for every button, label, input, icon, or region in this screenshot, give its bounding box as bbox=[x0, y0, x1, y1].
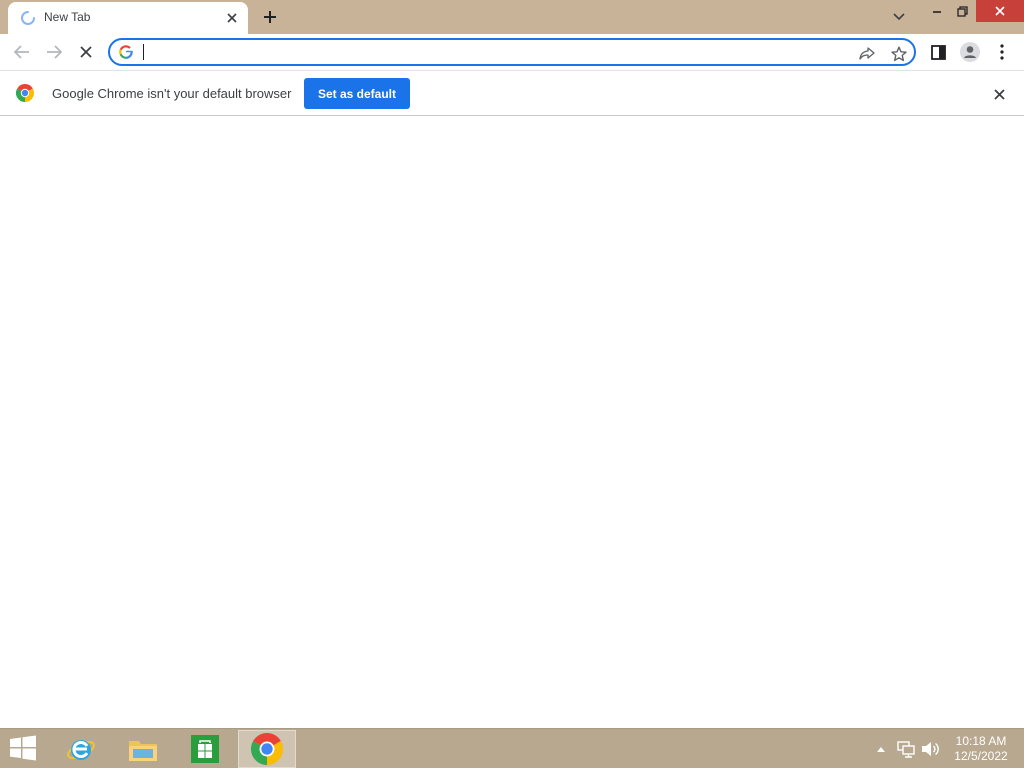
infobar-close-button[interactable] bbox=[988, 83, 1010, 105]
new-tab-button[interactable] bbox=[258, 5, 282, 29]
google-g-icon bbox=[119, 45, 133, 59]
close-icon bbox=[995, 6, 1005, 16]
text-caret bbox=[143, 44, 144, 60]
set-as-default-button[interactable]: Set as default bbox=[304, 78, 410, 109]
share-button[interactable] bbox=[856, 43, 878, 65]
chrome-logo-icon bbox=[251, 733, 283, 765]
tab-strip: New Tab bbox=[0, 0, 1024, 34]
infobar-message: Google Chrome isn't your default browser bbox=[52, 86, 292, 101]
stop-loading-button[interactable] bbox=[72, 38, 100, 66]
tab-new-tab[interactable]: New Tab bbox=[8, 2, 248, 34]
profile-button[interactable] bbox=[956, 38, 984, 66]
chevron-up-icon bbox=[877, 747, 885, 752]
back-arrow-icon bbox=[14, 45, 29, 59]
clock-time: 10:18 AM bbox=[955, 734, 1007, 748]
taskbar: 10:18 AM 12/5/2022 bbox=[0, 728, 1024, 768]
page-content bbox=[0, 116, 1024, 728]
tab-title: New Tab bbox=[44, 10, 91, 24]
taskbar-file-explorer[interactable] bbox=[114, 730, 172, 768]
stop-icon bbox=[80, 46, 92, 58]
plus-icon bbox=[264, 11, 276, 23]
restore-icon bbox=[956, 5, 968, 17]
internet-explorer-icon bbox=[67, 740, 95, 760]
menu-button[interactable] bbox=[988, 38, 1016, 66]
chrome-logo-icon bbox=[16, 84, 34, 102]
star-icon bbox=[891, 46, 907, 62]
minimize-icon bbox=[933, 11, 941, 13]
taskbar-store[interactable] bbox=[176, 730, 234, 768]
chevron-down-icon bbox=[893, 13, 905, 21]
address-bar[interactable] bbox=[108, 38, 916, 66]
windows-logo-icon bbox=[10, 735, 36, 761]
profile-icon bbox=[960, 42, 980, 62]
loading-spinner-icon bbox=[21, 11, 35, 25]
side-panel-button[interactable] bbox=[924, 38, 952, 66]
share-icon bbox=[859, 47, 875, 60]
side-panel-icon bbox=[930, 44, 946, 60]
close-icon bbox=[227, 13, 237, 23]
bookmark-button[interactable] bbox=[888, 43, 910, 65]
address-input[interactable] bbox=[142, 43, 842, 61]
close-icon bbox=[993, 88, 1005, 100]
clock-date: 12/5/2022 bbox=[954, 749, 1008, 763]
folder-icon bbox=[129, 741, 157, 761]
volume-icon[interactable] bbox=[920, 740, 940, 758]
store-icon bbox=[191, 735, 219, 763]
taskbar-clock[interactable]: 10:18 AM 12/5/2022 bbox=[948, 734, 1014, 764]
tab-search-button[interactable] bbox=[886, 5, 912, 29]
taskbar-google-chrome[interactable] bbox=[238, 730, 296, 768]
show-hidden-icons-button[interactable] bbox=[874, 742, 888, 756]
window-close-button[interactable] bbox=[976, 0, 1024, 22]
taskbar-internet-explorer[interactable] bbox=[52, 730, 110, 768]
more-menu-icon bbox=[1000, 44, 1004, 60]
start-button[interactable] bbox=[8, 735, 40, 763]
forward-arrow-icon bbox=[47, 45, 62, 59]
screen: New Tab Google Chrome isn't your default… bbox=[0, 0, 1024, 768]
back-button[interactable] bbox=[8, 38, 36, 66]
default-browser-infobar: Google Chrome isn't your default browser… bbox=[0, 70, 1024, 116]
forward-button[interactable] bbox=[40, 38, 68, 66]
toolbar bbox=[0, 34, 1024, 70]
restore-button[interactable] bbox=[948, 0, 976, 22]
tab-close-button[interactable] bbox=[222, 8, 242, 28]
network-icon[interactable] bbox=[896, 740, 916, 758]
